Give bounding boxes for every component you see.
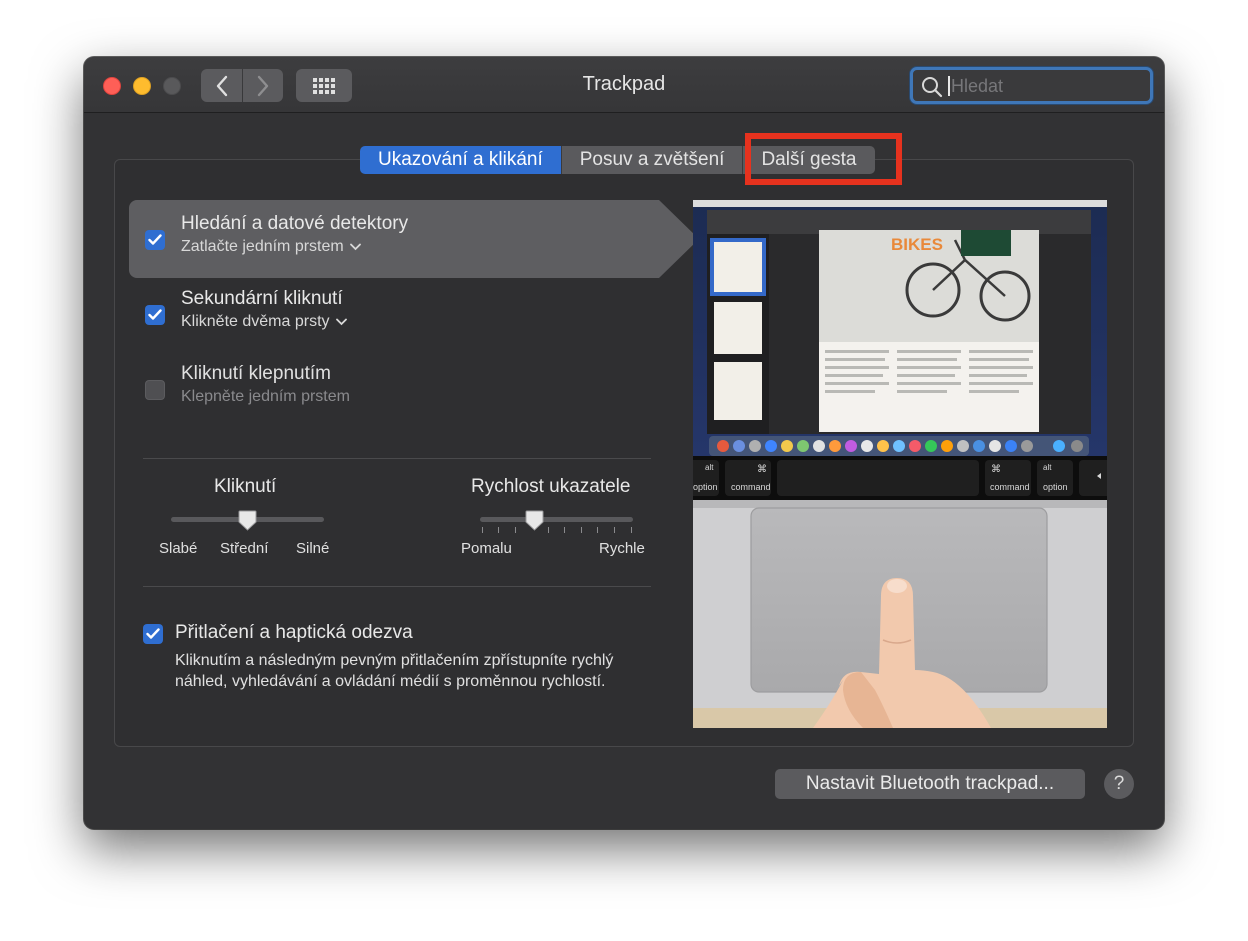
option-tap-to-click[interactable]: Kliknutí klepnutím Klepněte jedním prste… [129, 350, 659, 428]
tap-to-click-checkbox[interactable] [145, 380, 165, 400]
click-slider-mid-label: Střední [220, 540, 269, 557]
search-input[interactable] [951, 73, 1141, 99]
speed-tick [581, 527, 582, 533]
tab-scroll-and-zoom[interactable]: Posuv a zvětšení [561, 146, 744, 174]
force-click-description: Kliknutím a následným pevným přitlačením… [175, 652, 614, 690]
gesture-preview-image: BIKES alt option ⌘ command ⌘ command alt… [693, 200, 1107, 728]
click-slider-knob[interactable] [238, 510, 257, 531]
option-lookup-data-detectors[interactable]: Hledání a datové detektory Zatlačte jedn… [129, 200, 699, 278]
text-cursor [948, 76, 950, 96]
secondary-click-checkbox[interactable] [145, 305, 165, 325]
title-bar: Trackpad [84, 57, 1164, 113]
option-title: Kliknutí klepnutím [181, 363, 331, 384]
search-field[interactable] [910, 67, 1153, 104]
tab-bar: Ukazování a klikání Posuv a zvětšení Dal… [360, 146, 875, 174]
option-title: Hledání a datové detektory [181, 213, 409, 234]
key-label: option [693, 482, 718, 492]
search-icon [922, 77, 943, 98]
key-label: command [731, 482, 771, 492]
checkmark-icon [148, 309, 162, 320]
option-gesture-select[interactable]: Klikněte dvěma prsty [181, 313, 347, 331]
speed-tick [482, 527, 483, 533]
speed-tick [597, 527, 598, 533]
speed-tick [564, 527, 565, 533]
speed-tick [498, 527, 499, 533]
tab-more-gestures[interactable]: Další gesta [743, 146, 875, 174]
setup-bluetooth-trackpad-button[interactable]: Nastavit Bluetooth trackpad... [775, 769, 1085, 799]
settings-panel: Hledání a datové detektory Zatlačte jedn… [114, 159, 1134, 747]
preferences-window: Trackpad Ukazování a klikání Posuv a zvě… [84, 57, 1164, 829]
speed-slider-min-label: Pomalu [461, 540, 512, 557]
checkmark-icon [148, 234, 162, 245]
key-label: command [990, 482, 1030, 492]
chevron-down-icon [349, 243, 361, 251]
option-subtitle: Zatlačte jedním prstem [181, 238, 344, 255]
option-subtitle: Klepněte jedním prstem [181, 388, 350, 405]
lookup-checkbox[interactable] [145, 230, 165, 250]
click-slider-max-label: Silné [296, 540, 330, 557]
key-label: option [1043, 482, 1068, 492]
option-subtitle: Klikněte dvěma prsty [181, 313, 330, 330]
key-label: ⌘ [991, 464, 1001, 475]
speed-tick [548, 527, 549, 533]
help-button[interactable]: ? [1104, 769, 1134, 799]
speed-slider-label: Rychlost ukazatele [471, 476, 631, 497]
force-click-checkbox[interactable] [143, 624, 163, 644]
option-gesture-select[interactable]: Zatlačte jedním prstem [181, 238, 361, 256]
speed-tick [515, 527, 516, 533]
chevron-down-icon [335, 318, 347, 326]
tab-point-and-click[interactable]: Ukazování a klikání [360, 146, 562, 174]
speed-slider-knob[interactable] [525, 510, 544, 531]
divider [143, 586, 651, 587]
key-label: alt [1043, 463, 1052, 472]
key-label: ⌘ [757, 464, 767, 475]
option-title: Sekundární kliknutí [181, 288, 343, 309]
force-click-title: Přitlačení a haptická odezva [175, 622, 413, 643]
click-slider-label: Kliknutí [214, 476, 277, 497]
checkmark-icon [146, 628, 160, 639]
click-slider-min-label: Slabé [159, 540, 198, 557]
key-label: alt [705, 463, 714, 472]
option-secondary-click[interactable]: Sekundární kliknutí Klikněte dvěma prsty [129, 275, 659, 353]
divider [143, 458, 651, 459]
speed-tick [614, 527, 615, 533]
speed-slider-track[interactable] [480, 517, 633, 522]
preview-doc-title: BIKES [891, 235, 943, 254]
speed-tick [631, 527, 632, 533]
speed-slider-max-label: Rychle [599, 540, 645, 557]
